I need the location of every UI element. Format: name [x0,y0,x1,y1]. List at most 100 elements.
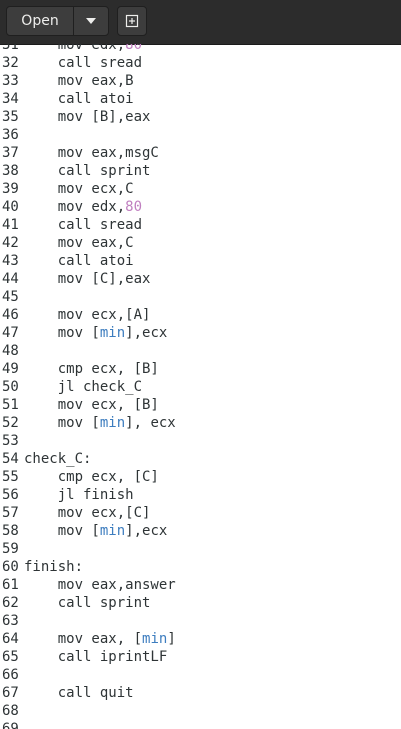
line-number: 59 [2,541,19,557]
number-token: 80 [125,199,143,215]
code-token: call atoi [24,253,134,269]
line-number: 53 [2,433,19,449]
code-token: call sread [24,217,143,233]
line-code: call sread [24,54,142,72]
code-token: mov edx, [24,44,126,53]
line-number: 68 [2,703,19,719]
new-document-button[interactable] [117,6,147,36]
identifier-token: min [99,325,126,341]
line-number: 69 [2,721,19,729]
code-token: ] [167,631,176,647]
code-token: jl finish [24,487,134,503]
code-token: call sprint [24,595,151,611]
line-number: 47 [2,325,19,341]
code-line: 63 [0,612,176,630]
line-number: 51 [2,397,19,413]
code-token: call sprint [24,163,151,179]
code-line: 67 call quit [0,684,176,702]
code-line: 57 mov ecx,[C] [0,504,176,522]
line-number: 65 [2,649,19,665]
code-line: 35 mov [B],eax [0,108,176,126]
line-code: cmp ecx, [B] [24,360,159,378]
code-line: 48 [0,342,176,360]
code-line: 47 mov [min],ecx [0,324,176,342]
line-number: 32 [2,55,19,71]
line-code: call sread [24,216,142,234]
line-number: 56 [2,487,19,503]
code-token: mov [ [24,325,100,341]
line-code: mov [C],eax [24,270,151,288]
line-code: mov [min],ecx [24,522,168,540]
line-code: jl check_C [24,378,142,396]
line-number: 40 [2,199,19,215]
code-line: 56 jl finish [0,486,176,504]
line-number: 35 [2,109,19,125]
line-code: mov [B],eax [24,108,151,126]
line-code: mov edx,80 [24,44,142,54]
line-number: 57 [2,505,19,521]
code-token: mov eax,answer [24,577,176,593]
identifier-token: min [99,523,126,539]
code-token: mov [ [24,415,100,431]
line-code: mov eax,C [24,234,134,252]
code-line: 65 call iprintLF [0,648,176,666]
code-line: 55 cmp ecx, [C] [0,468,176,486]
code-editor[interactable]: 31 mov edx,80 32 call sread 33 mov eax,B 34… [0,44,401,729]
code-token: mov ecx, [B] [24,397,159,413]
code-line: 60 finish: [0,558,176,576]
code-line: 66 [0,666,176,684]
line-code: cmp ecx, [C] [24,468,159,486]
code-line: 69 [0,720,176,729]
line-number: 34 [2,91,19,107]
code-line: 51 mov ecx, [B] [0,396,176,414]
code-token: call atoi [24,91,134,107]
line-number: 45 [2,289,19,305]
code-line: 40 mov edx,80 [0,198,176,216]
code-line: 41 call sread [0,216,176,234]
code-line: 39 mov ecx,C [0,180,176,198]
code-token: cmp ecx, [B] [24,361,159,377]
line-code: mov [min], ecx [24,414,176,432]
code-token: mov eax,msgC [24,145,159,161]
code-token: mov eax,C [24,235,134,251]
new-document-icon [125,14,139,28]
line-code: call iprintLF [24,648,168,666]
line-code: mov [min],ecx [24,324,168,342]
line-code: mov ecx,[A] [24,306,151,324]
open-menu-button[interactable] [73,6,109,36]
code-line: 50 jl check_C [0,378,176,396]
code-line: 64 mov eax, [min] [0,630,176,648]
code-line: 38 call sprint [0,162,176,180]
line-code: mov eax,msgC [24,144,159,162]
code-lines: 31 mov edx,80 32 call sread 33 mov eax,B 34… [0,44,176,729]
code-line: 31 mov edx,80 [0,44,176,54]
line-number: 52 [2,415,19,431]
code-line: 36 [0,126,176,144]
line-number: 50 [2,379,19,395]
code-line: 49 cmp ecx, [B] [0,360,176,378]
code-token: mov edx, [24,199,126,215]
code-token: mov [ [24,523,100,539]
open-button[interactable]: Open [6,6,74,36]
line-number: 39 [2,181,19,197]
code-token: mov [C],eax [24,271,151,287]
code-token: mov eax, [ [24,631,143,647]
line-number: 44 [2,271,19,287]
line-number: 66 [2,667,19,683]
line-number: 31 [2,44,19,53]
line-number: 67 [2,685,19,701]
code-line: 45 [0,288,176,306]
chevron-down-icon [86,18,96,24]
line-code: mov edx,80 [24,198,142,216]
line-code: mov eax,answer [24,576,176,594]
code-token: mov ecx,C [24,181,134,197]
line-number: 42 [2,235,19,251]
line-number: 55 [2,469,19,485]
line-code: mov eax,B [24,72,134,90]
line-code: jl finish [24,486,134,504]
line-number: 43 [2,253,19,269]
number-token: 80 [125,44,143,53]
line-number: 41 [2,217,19,233]
code-token: finish: [24,559,84,575]
line-code: mov ecx, [B] [24,396,159,414]
